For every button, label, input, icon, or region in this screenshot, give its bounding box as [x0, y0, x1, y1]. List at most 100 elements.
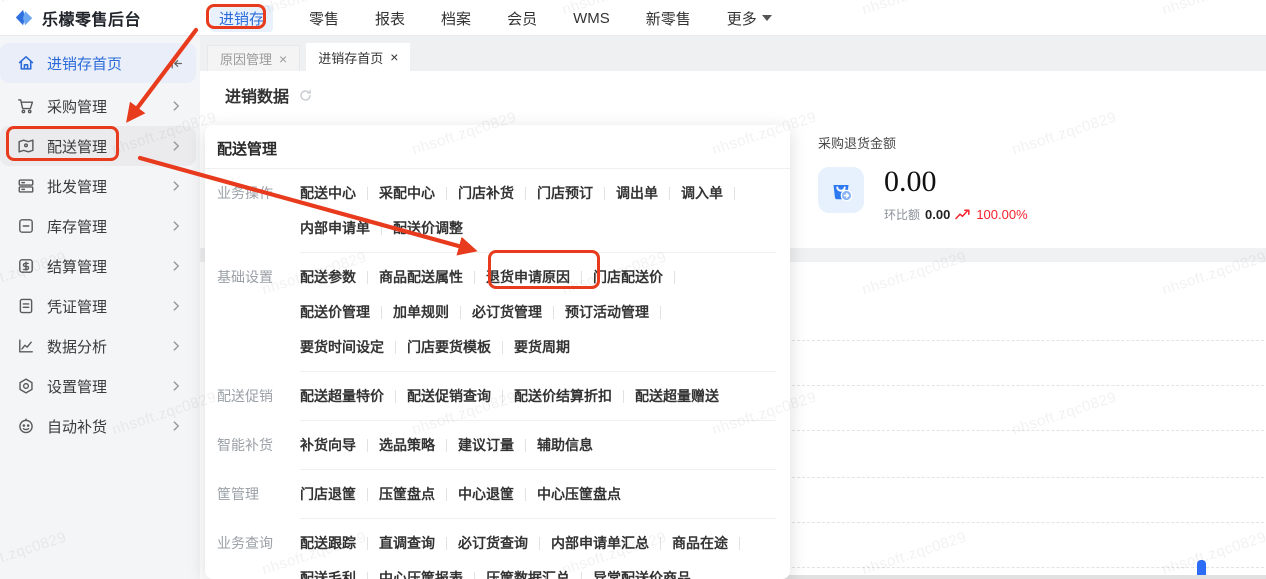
nav-item[interactable]: 会员	[507, 8, 537, 29]
menu-item[interactable]: 中心退筐	[458, 486, 514, 502]
tab[interactable]: 进销存首页 ×	[306, 43, 411, 71]
menu-group-label: 业务查询	[217, 535, 273, 551]
voucher-icon	[16, 297, 35, 316]
sidebar-item-label: 结算管理	[47, 258, 108, 276]
menu-item[interactable]: 配送毛利	[300, 570, 356, 579]
collapse-icon	[168, 55, 184, 71]
menu-group-label: 配送促销	[217, 388, 273, 404]
menu-item[interactable]: 门店退筐	[300, 486, 356, 502]
menu-item[interactable]: 调入单	[681, 185, 723, 201]
nav-item-label: 档案	[441, 10, 472, 28]
menu-item[interactable]: 预订活动管理	[565, 304, 649, 320]
close-icon[interactable]: ×	[390, 50, 398, 64]
settlement-icon	[16, 257, 35, 276]
menu-item[interactable]: 中心压筐盘点	[537, 486, 621, 502]
chevron-right-icon	[168, 98, 184, 114]
settings-icon	[16, 377, 35, 396]
menu-item[interactable]: 门店要货模板	[407, 339, 491, 355]
topbar: 乐檬零售后台 进销存 零售 报表 档案 会员 WMS 新零售 更多	[0, 0, 1266, 36]
menu-item[interactable]: 商品在途	[672, 535, 728, 551]
stat-trend-percent: 100.00%	[976, 207, 1028, 222]
sidebar-item[interactable]: 采购管理	[0, 86, 196, 126]
menu-item[interactable]: 内部申请单	[300, 220, 370, 236]
distribution-icon	[16, 137, 35, 156]
menu-item[interactable]: 配送价调整	[393, 220, 463, 236]
menu-item[interactable]: 补货向导	[300, 437, 356, 453]
menu-item-separator	[367, 572, 368, 579]
nav-item[interactable]: 报表	[375, 8, 405, 29]
menu-item-separator	[739, 537, 740, 550]
menu-item[interactable]: 选品策略	[379, 437, 435, 453]
menu-item[interactable]: 中心压筐报表	[379, 570, 463, 579]
menu-item[interactable]: 配送超量赠送	[635, 388, 719, 404]
menu-item[interactable]: 异常配送价商品	[593, 570, 691, 579]
nav-item[interactable]: 更多	[727, 8, 772, 29]
mega-menu-title: 配送管理	[205, 125, 790, 169]
menu-group-rows: 配送中心 采配中心 门店补货 门店预订 调出单 调入单内部申请单 配送价调整	[300, 176, 776, 246]
sidebar-item[interactable]: 库存管理	[0, 206, 196, 246]
menu-item-separator	[604, 187, 605, 200]
menu-group: 业务操作 配送中心 采配中心 门店补货 门店预订 调出单 调入单内部申请单 配送价调整	[205, 169, 790, 253]
sidebar-item[interactable]: 自动补货	[0, 406, 196, 446]
sidebar-item[interactable]: 批发管理	[0, 166, 196, 206]
nav-item-label: 报表	[375, 10, 406, 28]
logo[interactable]: 乐檬零售后台	[14, 6, 141, 30]
menu-item[interactable]: 门店补货	[458, 185, 514, 201]
stat-compare-label: 环比额	[884, 208, 921, 222]
menu-item[interactable]: 压筐盘点	[379, 486, 435, 502]
menu-item-separator	[381, 306, 382, 319]
nav-item[interactable]: WMS	[573, 10, 610, 27]
menu-item[interactable]: 配送价结算折扣	[514, 388, 612, 404]
menu-item[interactable]: 退货申请原因	[486, 269, 570, 285]
sidebar-item[interactable]: 进销存首页	[0, 43, 196, 83]
sidebar-item-label: 批发管理	[47, 178, 108, 196]
menu-item[interactable]: 要货时间设定	[300, 339, 384, 355]
menu-item[interactable]: 配送促销查询	[407, 388, 491, 404]
logo-icon	[14, 8, 34, 28]
menu-item-separator	[367, 488, 368, 501]
sidebar-item[interactable]: 结算管理	[0, 246, 196, 286]
sidebar-item-label: 数据分析	[47, 338, 108, 356]
menu-item[interactable]: 辅助信息	[537, 437, 593, 453]
close-icon[interactable]: ×	[279, 52, 287, 66]
sidebar-item[interactable]: 数据分析	[0, 326, 196, 366]
tab[interactable]: 原因管理 ×	[207, 45, 301, 71]
menu-item[interactable]: 必订货管理	[472, 304, 542, 320]
sidebar-item[interactable]: 凭证管理	[0, 286, 196, 326]
menu-item[interactable]: 商品配送属性	[379, 269, 463, 285]
menu-item[interactable]: 采配中心	[379, 185, 435, 201]
up-trend-icon	[955, 209, 971, 220]
menu-item[interactable]: 门店预订	[537, 185, 593, 201]
sidebar-item[interactable]: 设置管理	[0, 366, 196, 406]
menu-item[interactable]: 直调查询	[379, 535, 435, 551]
nav-item[interactable]: 新零售	[646, 8, 691, 29]
chevron-right-icon	[168, 298, 184, 314]
nav-item[interactable]: 零售	[309, 8, 339, 29]
menu-item[interactable]: 配送超量特价	[300, 388, 384, 404]
menu-item[interactable]: 内部申请单汇总	[551, 535, 649, 551]
inventory-icon	[16, 217, 35, 236]
menu-item-separator	[395, 390, 396, 403]
menu-item[interactable]: 门店配送价	[593, 269, 663, 285]
menu-item[interactable]: 压筐数据汇总	[486, 570, 570, 579]
menu-item[interactable]: 必订货查询	[458, 535, 528, 551]
nav-item-label: 进销存	[219, 10, 265, 28]
menu-item[interactable]: 配送跟踪	[300, 535, 356, 551]
menu-item[interactable]: 配送中心	[300, 185, 356, 201]
menu-item[interactable]: 调出单	[616, 185, 658, 201]
menu-item[interactable]: 加单规则	[393, 304, 449, 320]
menu-group-rows: 配送超量特价 配送促销查询 配送价结算折扣 配送超量赠送	[300, 379, 776, 414]
refresh-icon[interactable]	[298, 88, 313, 103]
menu-group: 智能补货 补货向导 选品策略 建议订量 辅助信息	[205, 421, 790, 470]
menu-row: 配送跟踪 直调查询 必订货查询 内部申请单汇总 商品在途	[300, 526, 776, 561]
sidebar-item[interactable]: 配送管理	[0, 126, 196, 166]
menu-group-label: 业务操作	[217, 185, 273, 201]
menu-row: 配送超量特价 配送促销查询 配送价结算折扣 配送超量赠送	[300, 379, 776, 414]
nav-item[interactable]: 进销存	[210, 4, 274, 32]
menu-item[interactable]: 要货周期	[514, 339, 570, 355]
menu-item[interactable]: 配送参数	[300, 269, 356, 285]
menu-item[interactable]: 配送价管理	[300, 304, 370, 320]
nav-item[interactable]: 档案	[441, 8, 471, 29]
menu-item[interactable]: 建议订量	[458, 437, 514, 453]
chevron-right-icon	[168, 178, 184, 194]
